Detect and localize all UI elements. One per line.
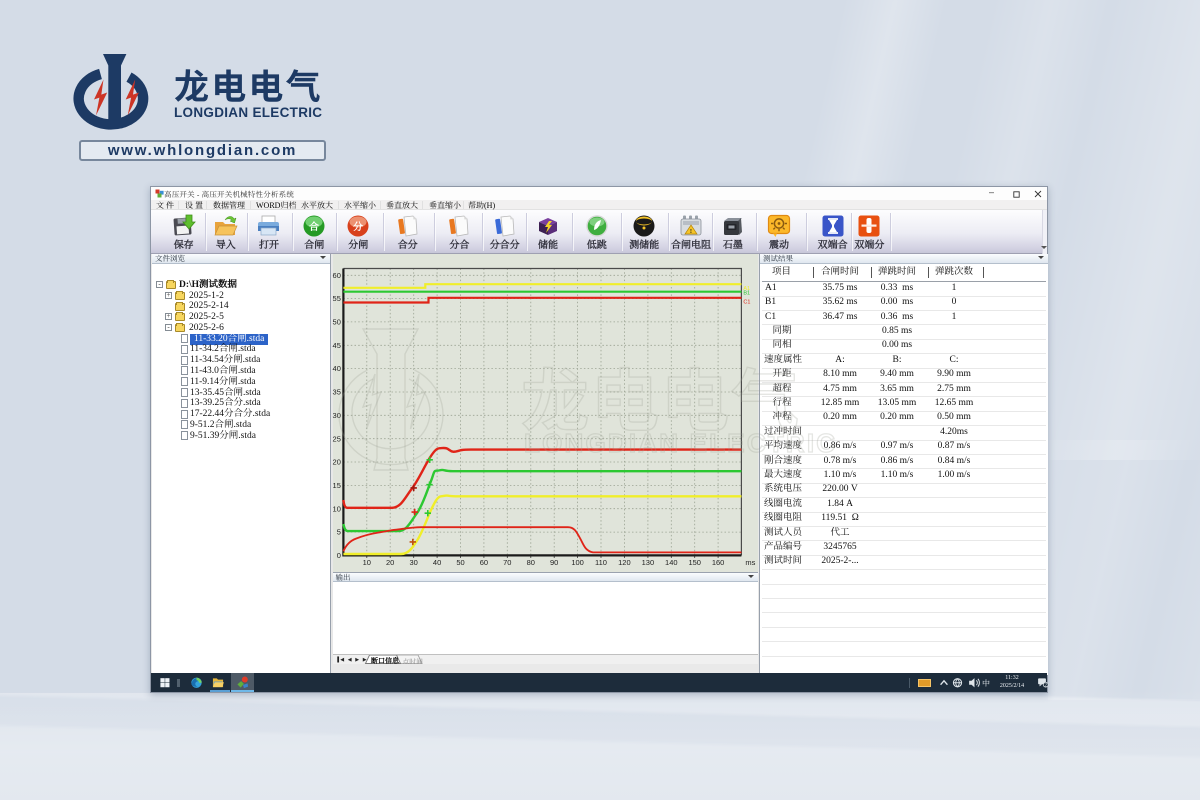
svg-text:110: 110: [595, 558, 607, 567]
svg-text:合: 合: [309, 218, 319, 233]
svg-text:45: 45: [333, 341, 341, 350]
svg-text:140: 140: [665, 558, 678, 567]
svg-text:120: 120: [618, 558, 631, 567]
svg-text:B1: B1: [743, 291, 750, 297]
svg-text:50: 50: [333, 318, 341, 327]
svg-text:70: 70: [503, 558, 511, 567]
svg-text:40: 40: [333, 364, 341, 373]
svg-text:150: 150: [688, 558, 701, 567]
svg-text:30: 30: [410, 558, 418, 567]
svg-text:100: 100: [571, 558, 584, 567]
svg-text:35: 35: [333, 388, 341, 397]
svg-text:30: 30: [333, 411, 341, 420]
svg-text:5: 5: [337, 528, 341, 537]
svg-text:20: 20: [333, 458, 341, 467]
svg-text:0: 0: [337, 551, 341, 560]
svg-text:160: 160: [712, 558, 725, 567]
svg-text:!: !: [690, 228, 692, 235]
svg-text:10: 10: [363, 558, 371, 567]
svg-text:60: 60: [333, 271, 341, 280]
svg-text:50: 50: [456, 558, 464, 567]
svg-text:60: 60: [480, 558, 488, 567]
svg-text:25: 25: [333, 434, 341, 443]
svg-text:55: 55: [333, 294, 341, 303]
svg-text:80: 80: [527, 558, 535, 567]
svg-text:ms: ms: [745, 558, 755, 567]
svg-text:20: 20: [386, 558, 394, 567]
svg-text:C1: C1: [743, 300, 750, 306]
svg-text:130: 130: [642, 558, 655, 567]
svg-text:分: 分: [352, 218, 363, 233]
svg-text:10: 10: [333, 504, 341, 513]
svg-text:15: 15: [333, 481, 341, 490]
svg-text:90: 90: [550, 558, 558, 567]
svg-text:40: 40: [433, 558, 441, 567]
